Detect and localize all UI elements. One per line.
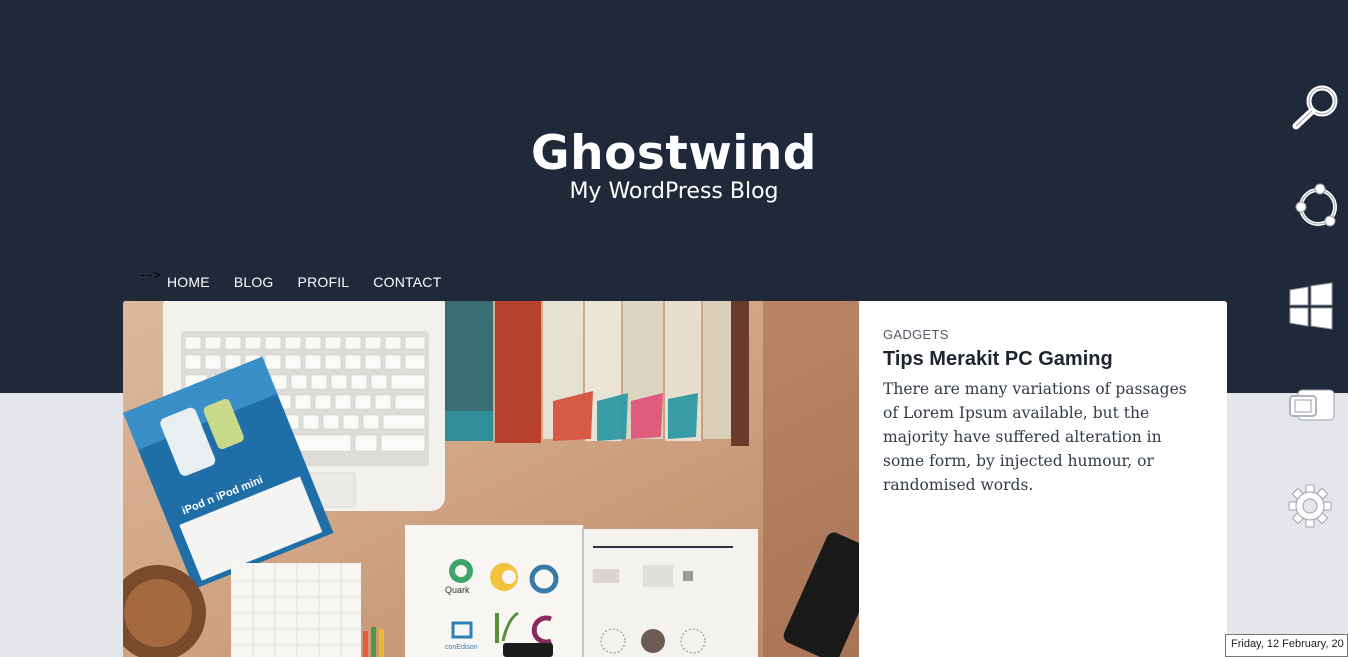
logo-text-quark: Quark <box>445 585 470 595</box>
stray-comment-text: --> <box>139 268 161 282</box>
search-icon[interactable] <box>1288 76 1348 136</box>
post-title[interactable]: Tips Merakit PC Gaming <box>883 348 1193 371</box>
nav-item-home[interactable]: HOME <box>167 274 210 290</box>
nav-item-profil[interactable]: PROFIL <box>298 274 350 290</box>
devices-icon[interactable] <box>1288 376 1348 436</box>
nav-item-blog[interactable]: BLOG <box>234 274 274 290</box>
logo-text-conedison: conEdison <box>445 644 478 651</box>
pencils-graphic <box>363 627 384 657</box>
post-excerpt: There are many variations of passages of… <box>883 380 1187 494</box>
notepad-graphic <box>231 563 361 657</box>
site-title[interactable]: Ghostwind <box>0 126 1348 181</box>
post-summary: GADGETS Tips Merakit PC Gaming There are… <box>883 327 1193 497</box>
post-category[interactable]: GADGETS <box>883 327 1193 342</box>
books-graphic <box>445 301 749 446</box>
share-icon[interactable] <box>1288 176 1348 236</box>
taskbar-date[interactable]: Friday, 12 February, 20 <box>1225 634 1348 657</box>
main-nav: HOME BLOG PROFIL CONTACT <box>167 274 441 290</box>
charms-bar <box>1288 0 1348 657</box>
nav-item-contact[interactable]: CONTACT <box>373 274 441 290</box>
featured-post-image[interactable]: iPod n iPod mini Quark conEdison <box>123 301 859 657</box>
settings-icon[interactable] <box>1288 476 1348 536</box>
featured-post-card: iPod n iPod mini Quark conEdison GADGETS… <box>123 301 1227 657</box>
open-book-graphic: Quark conEdison <box>405 525 758 657</box>
site-tagline: My WordPress Blog <box>569 179 779 204</box>
start-icon[interactable] <box>1288 276 1348 336</box>
